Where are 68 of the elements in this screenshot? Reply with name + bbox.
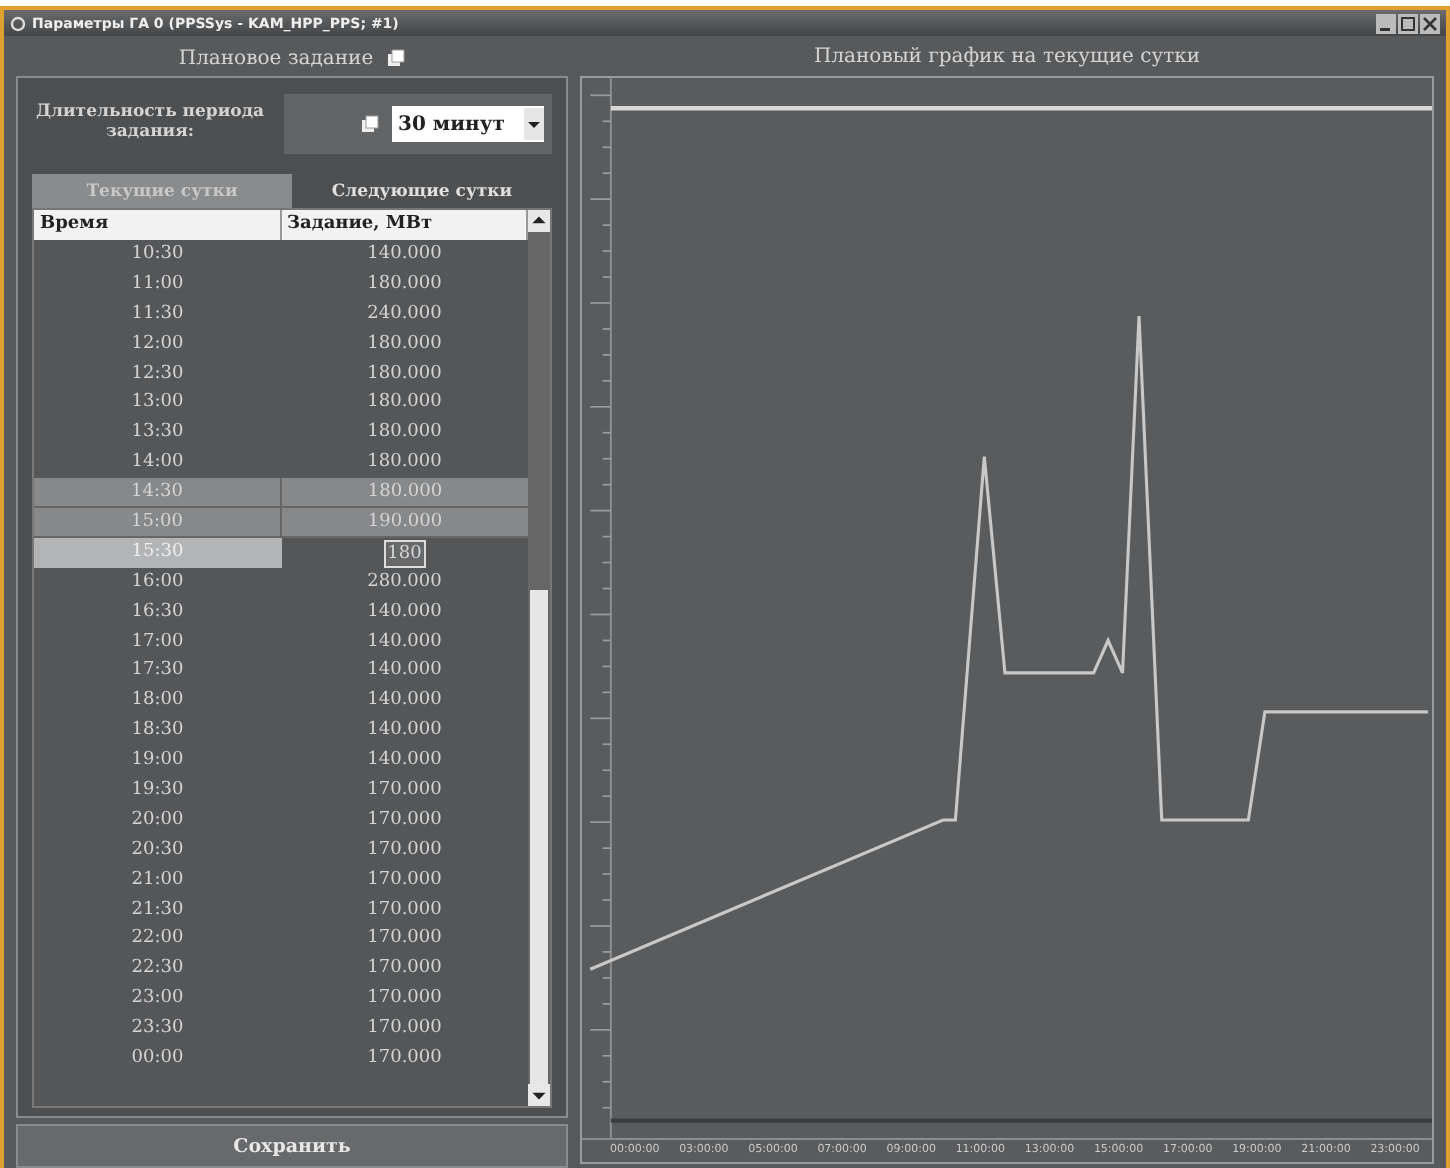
table-cell[interactable]: 22:30	[34, 954, 281, 985]
copy-icon[interactable]	[360, 114, 380, 134]
table-cell[interactable]: 10:30	[34, 240, 281, 270]
table-cell[interactable]: 180.000	[367, 418, 442, 449]
table-cell[interactable]: 14:00	[34, 448, 281, 479]
table-cell[interactable]: 280.000	[367, 567, 442, 598]
maximize-icon[interactable]	[1398, 13, 1418, 33]
table-cell[interactable]: 170.000	[367, 865, 442, 896]
table-cell[interactable]: 170.000	[367, 924, 442, 955]
close-icon[interactable]	[1420, 13, 1440, 33]
table-cell[interactable]: 170.000	[367, 954, 442, 985]
table-cell[interactable]: 19:30	[34, 776, 281, 806]
table-cell[interactable]: 170.000	[367, 1014, 442, 1045]
table-cell[interactable]: 18:00	[34, 686, 281, 717]
table-cell[interactable]: 140.000	[367, 627, 442, 657]
table-cell[interactable]: 16:00	[34, 567, 281, 598]
table-cell[interactable]: 140.000	[367, 597, 442, 628]
table-cell[interactable]: 00:00	[34, 1044, 281, 1074]
table-cell[interactable]: 23:00	[34, 984, 281, 1015]
table-cell[interactable]: 170.000	[367, 835, 442, 866]
table-cell[interactable]: 13:30	[34, 418, 281, 449]
table-cell[interactable]: 16:30	[34, 597, 281, 628]
table-cell[interactable]: 21:00	[34, 865, 281, 896]
table-cell[interactable]: 180.000	[367, 448, 442, 479]
copy-icon[interactable]	[385, 48, 406, 68]
table-cell[interactable]: 18:30	[34, 716, 281, 747]
table-cell[interactable]: 140.000	[367, 686, 442, 717]
table-cell[interactable]: 20:30	[34, 835, 281, 866]
table-cell[interactable]: 23:30	[34, 1014, 281, 1045]
table-cell[interactable]: 140.000	[367, 716, 442, 747]
table-cell[interactable]: 170.000	[367, 895, 442, 925]
window-icon	[10, 15, 26, 31]
table-cell[interactable]: 240.000	[367, 299, 442, 330]
panel-title: Плановое задание	[178, 47, 374, 69]
table-cell[interactable]: 13:00	[34, 388, 281, 419]
table-cell[interactable]: 17:00	[34, 627, 281, 657]
table-cell[interactable]: 180.000	[367, 329, 442, 360]
table-cell[interactable]: 180.000	[367, 359, 442, 389]
table-cell[interactable]: 12:00	[34, 329, 281, 360]
table-cell[interactable]: 11:00	[34, 269, 281, 300]
table-cell[interactable]: 12:30	[34, 359, 281, 389]
duration-label: Длительность периода задания:	[33, 104, 267, 144]
duration-dropdown[interactable]: 30 минут	[392, 106, 544, 142]
table-cell[interactable]: 19:00	[34, 746, 281, 777]
minimize-icon[interactable]	[1376, 13, 1396, 33]
table-cell[interactable]: 170.000	[367, 1044, 442, 1074]
table-cell[interactable]: 170.000	[367, 805, 442, 836]
save-button[interactable]: Сохранить	[16, 1124, 568, 1168]
column-header[interactable]: Задание, МВт	[281, 210, 528, 240]
table-cell[interactable]: 21:30	[34, 895, 281, 925]
table-cell[interactable]: 170.000	[367, 984, 442, 1015]
scroll-thumb[interactable]	[530, 589, 548, 1084]
table-cell[interactable]: 140.000	[367, 656, 442, 687]
table-cell[interactable]: 17:30	[34, 656, 281, 687]
table-cell[interactable]: 11:30	[34, 299, 281, 330]
scrollbar[interactable]	[528, 210, 550, 1106]
table-cell[interactable]: 180.000	[367, 269, 442, 300]
table-cell[interactable]: 180.000	[367, 388, 442, 419]
table-cell[interactable]: 20:00	[34, 805, 281, 836]
column-header[interactable]: Время	[34, 210, 281, 240]
table-cell[interactable]: 140.000	[367, 240, 442, 270]
scroll-down-icon[interactable]	[528, 1084, 550, 1106]
table-cell[interactable]: 140.000	[367, 746, 442, 777]
cell-input-field[interactable]: 180	[383, 539, 426, 568]
table-cell[interactable]: 22:00	[34, 924, 281, 955]
scroll-up-icon[interactable]	[528, 210, 550, 232]
chart-title: Плановый график на текущие сутки	[811, 44, 1203, 72]
table-cell[interactable]: 170.000	[367, 776, 442, 806]
